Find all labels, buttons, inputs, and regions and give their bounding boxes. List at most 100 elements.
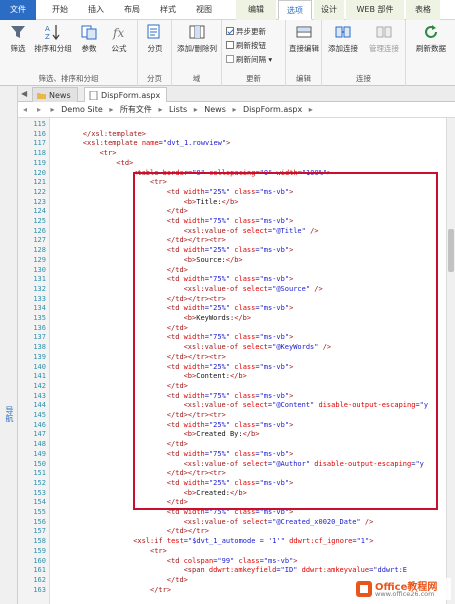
refresh-button-checkbox[interactable]: 刷新按钮 [226,40,266,52]
line-number: 138 [33,343,46,352]
code-line: <td width="75%" class="ms-vb"> [166,333,294,342]
add-connection-button[interactable]: 添加连接 [324,24,362,54]
add-connection-icon [335,26,351,38]
tab-home[interactable]: 开始 [44,0,76,20]
tab-layout[interactable]: 布局 [116,0,148,20]
code-line: <xsl:value-of select="@Created_x0020_Dat… [183,517,374,526]
code-line: </td> [166,575,188,584]
tab-file[interactable]: 文件 [0,0,36,20]
code-line: </td></tr><tr> [166,294,226,303]
async-update-label: 异步更新 [236,27,266,36]
line-number: 121 [33,178,46,187]
line-number: 117 [33,139,46,148]
code-line: </td></tr><tr> [166,411,226,419]
tab-design[interactable]: 设计 [314,0,344,20]
doc-tab-dispform[interactable]: DispForm.aspx [84,87,168,102]
line-number: 144 [33,401,46,410]
back-arrow-icon[interactable]: ◀ [21,89,27,98]
code-line: </tr> [150,585,172,594]
scrollbar-thumb[interactable] [448,228,454,273]
line-number: 125 [33,217,46,225]
vertical-scrollbar[interactable] [446,118,455,604]
line-number: 156 [33,517,46,526]
line-number: 115 [33,120,46,128]
line-number: 153 [33,488,46,497]
code-line: <td width="25%" class="ms-vb"> [166,362,294,371]
tab-insert[interactable]: 插入 [80,0,112,20]
refresh-data-button[interactable]: 刷新数据 [410,24,452,54]
inline-edit-button[interactable]: 直接编辑 [287,24,321,54]
group-update: 异步更新 刷新按钮 刷新间隔 ▾ 更新 [222,20,286,86]
formula-button[interactable]: fx 公式 [104,24,134,54]
line-number: 131 [33,275,46,284]
tab-web-parts[interactable]: WEB 部件 [346,0,404,20]
breadcrumb-dispform[interactable]: DispForm.aspx [241,105,304,114]
manage-connections-label: 管理连接 [369,44,399,53]
line-number: 123 [33,197,46,206]
tab-view[interactable]: 视图 [188,0,220,20]
sort-group-button[interactable]: AZ 排序和分组 [34,24,72,54]
svg-text:fx: fx [112,26,124,40]
ribbon: 筛选 AZ 排序和分组 参数 fx 公式 筛选、排序和分组 分页 分页 添加/删… [0,20,455,86]
line-number: 122 [33,187,46,196]
breadcrumb-separator-icon: ▸ [193,105,198,114]
line-number-gutter: 115 116 117 118 119 120 121 122 123 124 125 126 127 1… [18,118,50,604]
code-line: <td width="25%" class="ms-vb"> [166,420,294,429]
group-label-filter-sort: 筛选、排序和分组 [38,74,99,83]
tab-edit[interactable]: 编辑 [236,0,276,20]
code-line: <b>Source:</b> [183,255,243,264]
breadcrumb-all-files[interactable]: 所有文件 [118,105,154,114]
formula-label: 公式 [111,44,127,53]
line-number: 128 [33,246,46,255]
params-button[interactable]: 参数 [74,24,104,54]
doc-tab-news[interactable]: News [32,87,78,102]
breadcrumb-separator-icon: ▸ [308,105,313,114]
tab-style[interactable]: 样式 [152,0,184,20]
paging-button[interactable]: 分页 [139,24,171,54]
manage-connections-button[interactable]: 管理连接 [364,24,404,54]
tab-options[interactable]: 选项 [278,0,312,20]
code-line: </td> [166,323,188,332]
line-number: 163 [33,585,46,594]
code-line: <tr> [150,546,167,555]
parameters-icon [81,25,97,40]
forward-icon[interactable]: ▸ [32,102,46,118]
doc-tab-news-label: News [49,91,71,100]
code-line: <td width="25%" class="ms-vb"> [166,246,294,255]
paging-label: 分页 [147,44,163,53]
breadcrumb-news[interactable]: News [202,105,228,114]
doc-tab-dispform-label: DispForm.aspx [101,91,161,100]
line-number: 120 [33,168,46,177]
refresh-icon [425,25,437,38]
line-number: 159 [33,546,46,555]
breadcrumb-root-icon: ▸ [50,105,55,114]
tab-table[interactable]: 表格 [406,0,440,20]
refresh-interval-dropdown[interactable]: 刷新间隔 ▾ [226,54,272,66]
code-line: <xsl:value-of select="@KeyWords" /> [183,343,332,352]
async-update-checkbox[interactable]: 异步更新 [226,26,266,38]
group-label-update: 更新 [246,74,261,83]
code-editor[interactable]: 115 116 117 118 119 120 121 122 123 124 125 126 127 1… [18,118,446,604]
line-number: 142 [33,381,46,390]
line-number: 150 [33,459,46,468]
group-fields: 添加/删除列 域 [172,20,222,86]
line-number: 127 [33,236,46,245]
filter-button[interactable]: 筛选 [2,24,34,54]
back-icon[interactable]: ◂ [18,102,32,118]
line-number: 145 [33,411,46,419]
breadcrumb-demo-site[interactable]: Demo Site [59,105,105,114]
code-line: <td> [116,158,134,167]
code-line: <td width="75%" class="ms-vb"> [166,508,294,516]
line-number: 148 [33,440,46,449]
filter-icon [11,26,25,38]
breadcrumb-lists[interactable]: Lists [167,105,189,114]
code-line: <xsl:value-of select="@Title" /> [183,226,319,235]
add-remove-columns-button[interactable]: 添加/删除列 [173,24,221,54]
group-paging: 分页 分页 [138,20,172,86]
line-number: 141 [33,372,46,381]
clock-icon [226,55,234,63]
navigation-pane-collapsed[interactable]: 导航 [0,86,18,604]
breadcrumb-separator-icon: ▸ [232,105,237,114]
params-label: 参数 [81,44,97,53]
office-logo-icon [356,581,372,597]
